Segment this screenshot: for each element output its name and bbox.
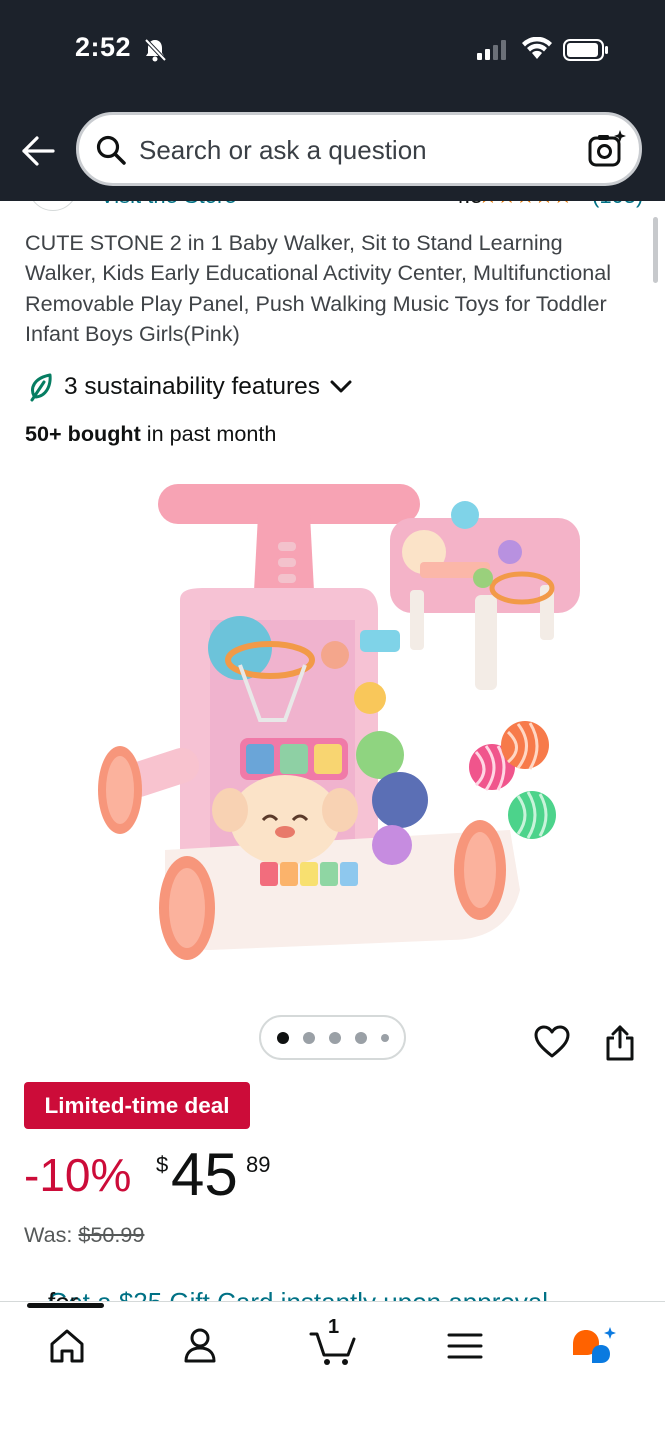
carousel-dot-5[interactable] <box>380 1033 389 1042</box>
price-currency: $ <box>156 1152 169 1177</box>
price-whole: 45 <box>171 1141 238 1208</box>
heart-icon[interactable] <box>534 1025 570 1059</box>
scroll-indicator <box>653 217 658 283</box>
carousel-dot-4[interactable] <box>354 1031 367 1044</box>
product-image[interactable] <box>80 470 595 990</box>
discount-percent: -10% <box>24 1149 132 1201</box>
search-icon <box>96 135 126 165</box>
search-input[interactable] <box>139 127 569 173</box>
rufus-assistant-icon[interactable] <box>570 1324 620 1368</box>
gift-card-link[interactable]: Get a $25 Gift Card instantly upon appro… <box>48 1287 548 1302</box>
cart-count: 1 <box>328 1316 340 1338</box>
image-carousel-dots[interactable] <box>259 1015 406 1060</box>
search-bar[interactable] <box>76 112 642 186</box>
was-price: Was: $50.99 <box>24 1222 144 1248</box>
bottom-navigation: 1 <box>0 1301 665 1440</box>
chevron-down-icon <box>330 380 352 393</box>
share-icon[interactable] <box>604 1024 636 1062</box>
sustainability-label: 3 sustainability features <box>64 373 321 400</box>
rating-stars[interactable]: ★★★★★ <box>478 201 573 209</box>
wifi-icon <box>522 37 552 59</box>
store-logo[interactable] <box>28 201 78 211</box>
active-tab-indicator <box>27 1303 104 1308</box>
visit-store-link[interactable]: Visit the Store <box>100 201 237 209</box>
account-icon[interactable] <box>178 1324 222 1368</box>
rating-count[interactable]: (105) <box>592 201 643 209</box>
bought-in-past-month: 50+ bought in past month <box>25 421 276 447</box>
carousel-dot-1[interactable] <box>276 1031 289 1044</box>
menu-icon[interactable] <box>443 1324 487 1368</box>
home-icon[interactable] <box>45 1324 89 1368</box>
gift-card-suffix: for <box>48 1287 79 1302</box>
carousel-dot-2[interactable] <box>302 1031 315 1044</box>
sustainability-features-toggle[interactable]: 3 sustainability features <box>28 370 352 404</box>
battery-icon <box>563 39 608 61</box>
was-price-value: $50.99 <box>78 1222 145 1247</box>
product-title: CUTE STONE 2 in 1 Baby Walker, Sit to St… <box>25 230 612 346</box>
top-header: 2:52 <box>0 0 665 201</box>
carousel-dot-3[interactable] <box>328 1031 341 1044</box>
cellular-signal-icon <box>477 40 506 60</box>
bought-count: 50+ bought <box>25 421 141 446</box>
gift-card-promo[interactable]: Get a $25 Gift Card instantly upon appro… <box>0 1281 665 1302</box>
leaf-icon <box>30 373 52 402</box>
was-label: Was: <box>24 1222 79 1247</box>
status-time: 2:52 <box>75 32 132 62</box>
bell-muted-icon <box>144 38 166 62</box>
limited-time-deal-badge: Limited-time deal <box>24 1082 250 1129</box>
price-fraction: 89 <box>246 1152 271 1177</box>
camera-lens-icon[interactable] <box>587 129 627 169</box>
store-rating-row: Visit the Store 4.5 ★★★★★ (105) <box>0 201 665 213</box>
back-arrow-icon[interactable] <box>20 135 56 167</box>
bought-suffix: in past month <box>140 421 277 446</box>
